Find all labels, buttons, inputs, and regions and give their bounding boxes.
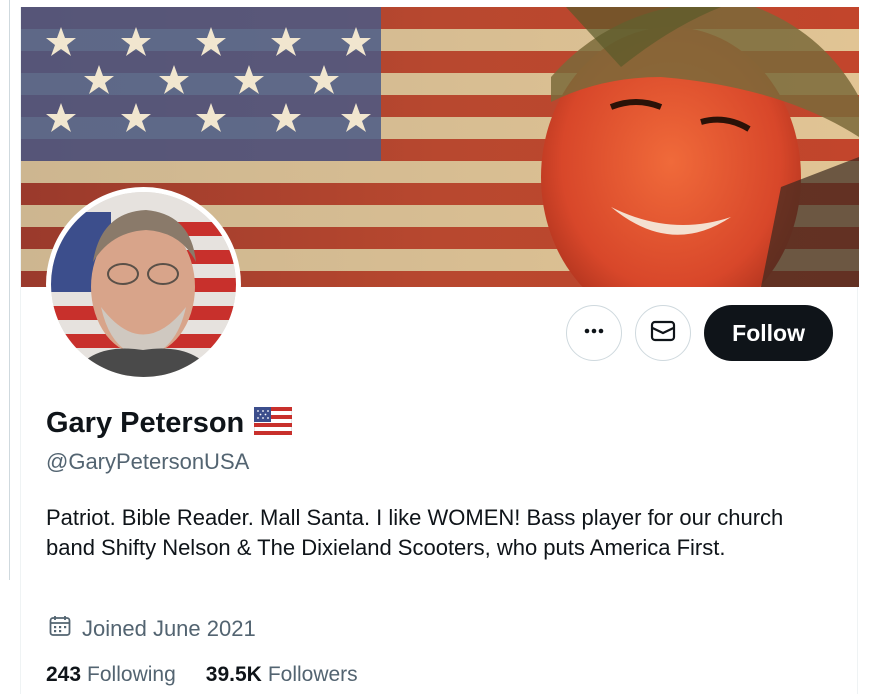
envelope-icon xyxy=(650,320,676,347)
profile-card: Follow Gary Peterson @GaryPetersonUSA Pa… xyxy=(20,7,859,694)
message-button[interactable] xyxy=(635,305,692,361)
more-horizontal-icon xyxy=(583,320,605,347)
display-name: Gary Peterson xyxy=(46,407,245,439)
follow-stats: 243 Following 39.5K Followers xyxy=(46,663,358,687)
followers-label: Followers xyxy=(267,663,358,686)
avatar[interactable] xyxy=(46,187,241,382)
us-flag-icon xyxy=(253,406,293,440)
following-label: Following xyxy=(87,663,176,686)
bio: Patriot. Bible Reader. Mall Santa. I lik… xyxy=(46,505,784,560)
calendar-icon xyxy=(48,614,72,644)
left-edge xyxy=(0,0,20,694)
following-link[interactable]: 243 Following xyxy=(46,663,176,687)
name-row: Gary Peterson xyxy=(46,406,293,440)
follow-button[interactable]: Follow xyxy=(704,305,833,361)
following-count: 243 xyxy=(46,663,82,686)
joined-text: Joined June 2021 xyxy=(82,616,256,641)
profile-actions: Follow xyxy=(566,305,833,361)
followers-count: 39.5K xyxy=(205,663,262,686)
followers-link[interactable]: 39.5K Followers xyxy=(206,663,358,687)
joined-date: Joined June 2021 xyxy=(48,614,256,644)
handle: @GaryPetersonUSA xyxy=(46,449,250,474)
more-button[interactable] xyxy=(566,305,623,361)
right-edge xyxy=(858,0,874,694)
